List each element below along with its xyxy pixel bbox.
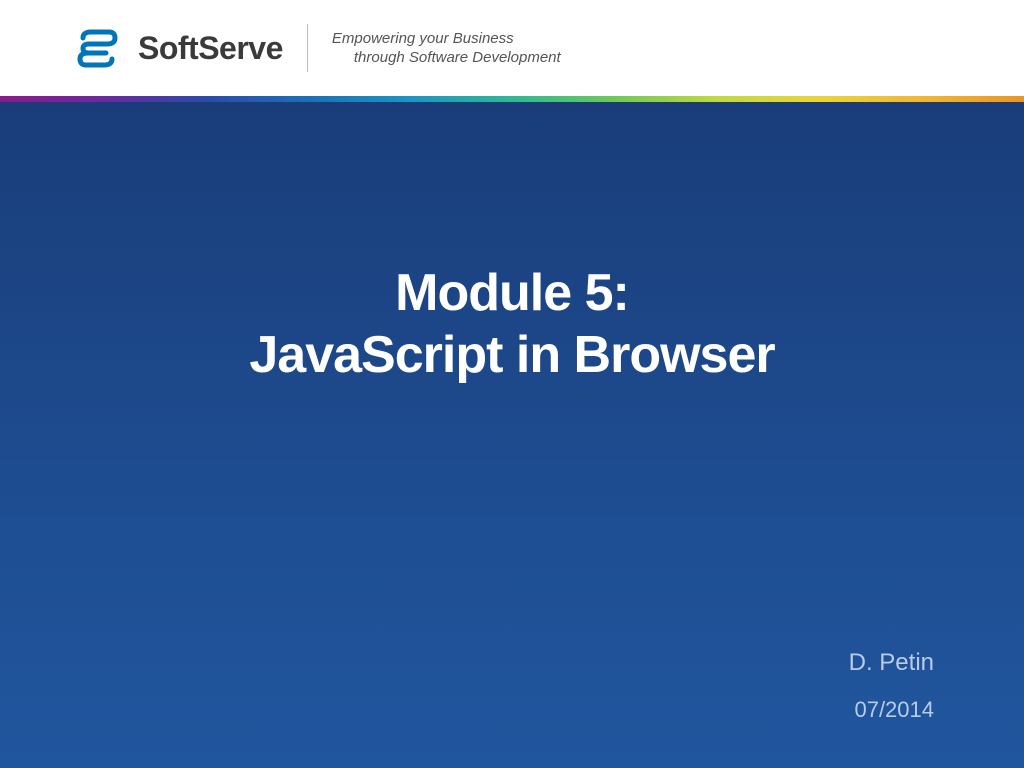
title-line2: JavaScript in Browser — [249, 324, 774, 386]
tagline: Empowering your Business through Softwar… — [332, 29, 561, 68]
company-name: SoftServe — [138, 30, 283, 67]
author-date: 07/2014 — [849, 697, 934, 723]
author-block: D. Petin 07/2014 — [849, 649, 934, 723]
slide-body: Module 5: JavaScript in Browser D. Petin… — [0, 102, 1024, 768]
title-block: Module 5: JavaScript in Browser — [249, 262, 774, 387]
slide-header: SoftServe Empowering your Business throu… — [0, 0, 1024, 96]
logo-area: SoftServe — [75, 26, 283, 71]
tagline-line1: Empowering your Business — [332, 29, 561, 49]
author-name: D. Petin — [849, 649, 934, 677]
tagline-line2: through Software Development — [332, 48, 561, 68]
title-line1: Module 5: — [249, 262, 774, 324]
softserve-logo-icon — [75, 26, 120, 71]
header-divider — [307, 24, 308, 72]
